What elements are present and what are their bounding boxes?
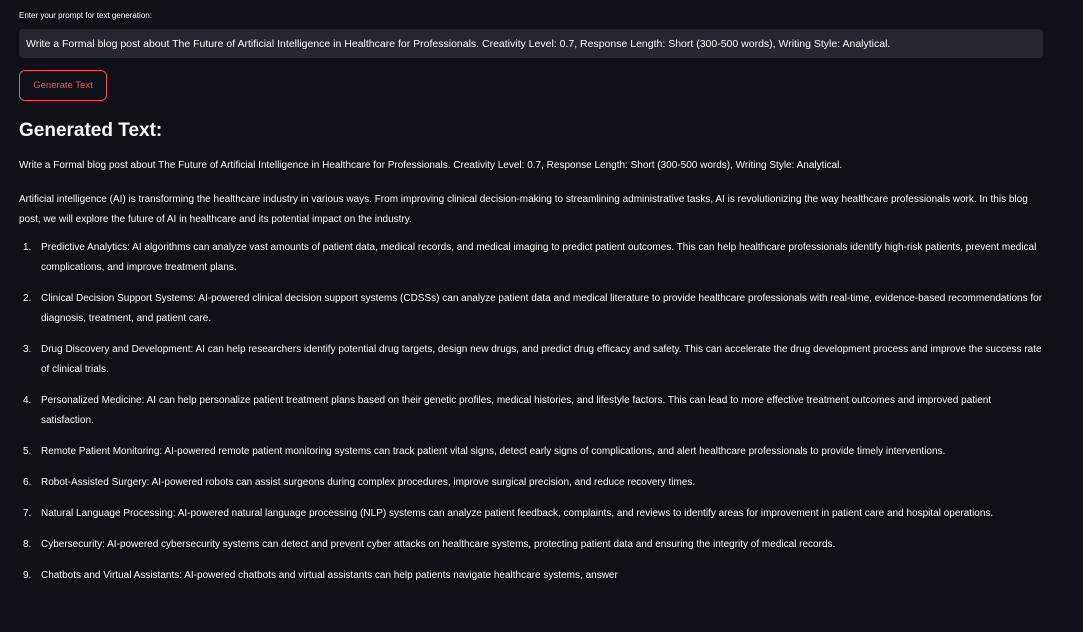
list-item-text: Predictive Analytics: AI algorithms can … [41, 242, 1037, 273]
generate-text-button[interactable]: Generate Text [19, 70, 107, 101]
list-item-number: 6. [23, 477, 32, 488]
prompt-input[interactable] [19, 29, 1043, 58]
list-item-text: Drug Discovery and Development: AI can h… [41, 344, 1042, 375]
list-item-text: Clinical Decision Support Systems: AI-po… [41, 293, 1043, 324]
list-item-number: 7. [23, 508, 32, 519]
list-item-number: 9. [23, 570, 32, 581]
list-item: 3. Drug Discovery and Development: AI can… [19, 340, 1045, 380]
list-item-number: 3. [23, 344, 32, 355]
generated-text-heading: Generated Text: [19, 120, 163, 141]
prompt-input-label: Enter your prompt for text generation: [19, 11, 152, 20]
list-item-text: Natural Language Processing: AI-powered … [41, 508, 994, 519]
list-item-number: 5. [23, 446, 32, 457]
list-item-number: 8. [23, 539, 32, 550]
list-item: 6. Robot-Assisted Surgery: AI-powered rob… [19, 473, 1045, 493]
generated-intro-paragraph: Artificial intelligence (AI) is transfor… [19, 194, 1028, 225]
list-item: 9. Chatbots and Virtual Assistants: AI-po… [19, 566, 1045, 586]
list-item-text: Chatbots and Virtual Assistants: AI-powe… [41, 570, 618, 581]
list-item: 7. Natural Language Processing: AI-powere… [19, 504, 1045, 524]
list-item-text: Remote Patient Monitoring: AI-powered re… [41, 446, 946, 457]
list-item: 4. Personalized Medicine: AI can help per… [19, 391, 1045, 431]
list-item: 8. Cybersecurity: AI-powered cybersecurit… [19, 535, 1045, 555]
list-item-number: 4. [23, 395, 32, 406]
list-item-text: Personalized Medicine: AI can help perso… [41, 395, 992, 426]
generated-prompt-echo: Write a Formal blog post about The Futur… [19, 160, 843, 171]
list-item: 1. Predictive Analytics: AI algorithms ca… [19, 238, 1045, 278]
list-item: 5. Remote Patient Monitoring: AI-powered … [19, 442, 1045, 462]
list-item-number: 2. [23, 293, 32, 304]
list-item-text: Cybersecurity: AI-powered cybersecurity … [41, 539, 836, 550]
list-item-text: Robot-Assisted Surgery: AI-powered robot… [41, 477, 696, 488]
generated-list: 1. Predictive Analytics: AI algorithms ca… [19, 238, 1045, 597]
list-item: 2. Clinical Decision Support Systems: AI-… [19, 289, 1045, 329]
list-item-number: 1. [23, 242, 32, 253]
